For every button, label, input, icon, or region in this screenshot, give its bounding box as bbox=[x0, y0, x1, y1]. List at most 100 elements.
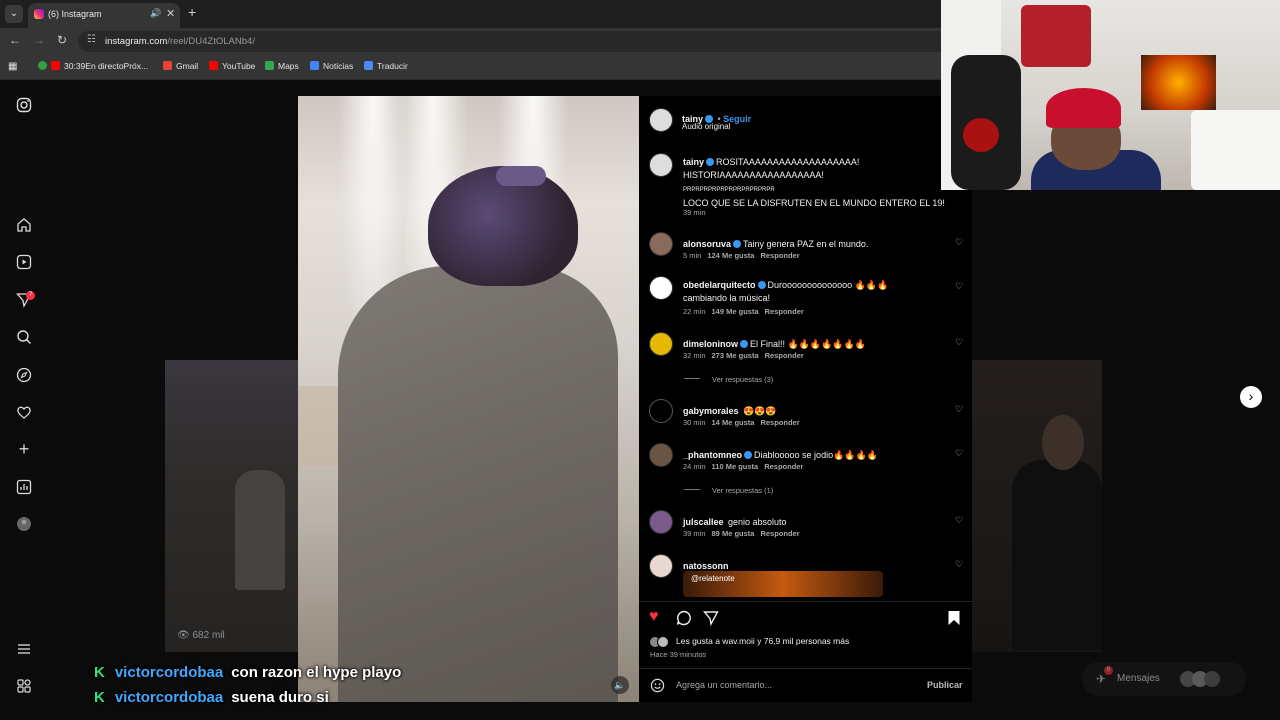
comment-likes[interactable]: 149 Me gusta bbox=[712, 307, 759, 316]
author-avatar[interactable] bbox=[649, 108, 673, 132]
commenter-avatar[interactable] bbox=[649, 554, 673, 578]
notifications-heart-icon[interactable] bbox=[16, 404, 32, 420]
liked-heart-icon[interactable]: ♥ bbox=[649, 608, 659, 626]
like-comment-heart-icon[interactable]: ♡ bbox=[955, 448, 963, 459]
comment-likes[interactable]: 110 Me gusta bbox=[712, 462, 759, 471]
comment-bubble-icon[interactable] bbox=[676, 610, 692, 631]
commenter-username[interactable]: dimeloninow bbox=[683, 339, 738, 349]
comment-likes[interactable]: 124 Me gusta bbox=[707, 251, 754, 260]
like-comment-heart-icon[interactable]: ♡ bbox=[955, 337, 963, 348]
helmet bbox=[963, 118, 999, 152]
also-from-meta-icon[interactable] bbox=[16, 678, 32, 694]
like-comment-heart-icon[interactable]: ♡ bbox=[955, 281, 963, 292]
bookmark-gmail[interactable]: Gmail bbox=[163, 61, 198, 71]
messages-pill[interactable]: ✈ 6 Mensajes bbox=[1082, 662, 1246, 696]
commenter-username[interactable]: natossonn bbox=[683, 561, 729, 571]
create-plus-icon[interactable]: + bbox=[16, 440, 32, 458]
forward-arrow-icon[interactable]: → bbox=[33, 33, 45, 47]
back-arrow-icon[interactable]: ← bbox=[9, 33, 21, 47]
caption-time: 39 min bbox=[683, 208, 706, 217]
more-menu-icon[interactable] bbox=[16, 641, 32, 657]
comment-meta: 30 min 14 Me gusta Responder bbox=[683, 418, 800, 427]
reply-button[interactable]: Responder bbox=[760, 251, 799, 260]
replies-line bbox=[684, 489, 700, 490]
reply-button[interactable]: Responder bbox=[765, 351, 804, 360]
view-replies-button[interactable]: Ver respuestas (3) bbox=[684, 375, 773, 384]
messages-label: Mensajes bbox=[1117, 673, 1160, 684]
share-send-icon[interactable] bbox=[702, 610, 719, 631]
comment: dimeloninow El Final!! 🔥🔥🔥🔥🔥🔥🔥 bbox=[683, 334, 866, 352]
bookmark-maps[interactable]: Maps bbox=[265, 61, 299, 71]
emoji-smiley-icon[interactable] bbox=[650, 678, 665, 698]
tab-close-icon[interactable]: ✕ bbox=[166, 7, 175, 20]
comment-likes[interactable]: 89 Me gusta bbox=[712, 529, 755, 538]
like-comment-heart-icon[interactable]: ♡ bbox=[955, 559, 963, 570]
new-tab-button[interactable]: + bbox=[188, 4, 196, 20]
sticker-image[interactable]: @relatenote bbox=[683, 571, 883, 597]
reels-icon[interactable] bbox=[16, 254, 32, 270]
reply-button[interactable]: Responder bbox=[760, 529, 799, 538]
commenter-username[interactable]: alonsoruva bbox=[683, 239, 731, 249]
next-reel-chevron-icon[interactable]: › bbox=[1240, 386, 1262, 408]
explore-compass-icon[interactable] bbox=[16, 367, 32, 383]
tab-audio-icon[interactable]: 🔊 bbox=[150, 8, 161, 19]
tab-search-button[interactable]: ⌄ bbox=[5, 5, 23, 23]
comment-likes[interactable]: 273 Me gusta bbox=[712, 351, 759, 360]
performer-coat bbox=[338, 266, 618, 702]
reply-button[interactable]: Responder bbox=[764, 462, 803, 471]
reply-button[interactable]: Responder bbox=[765, 307, 804, 316]
reply-button[interactable]: Responder bbox=[760, 418, 799, 427]
caption-author-avatar[interactable] bbox=[649, 153, 673, 177]
mute-speaker-icon[interactable]: 🔈 bbox=[611, 676, 629, 694]
caption-author[interactable]: tainy bbox=[683, 157, 704, 167]
previous-reel-thumbnail[interactable]: 👁 682 mil bbox=[165, 360, 300, 652]
kick-badge-icon: K bbox=[94, 664, 105, 681]
commenter-avatar[interactable] bbox=[649, 399, 673, 423]
caption: tainy ROSITAAAAAAAAAAAAAAAAAAA! HISTORIAA… bbox=[683, 155, 963, 209]
commenter-username[interactable]: gabymorales bbox=[683, 406, 739, 416]
comment: alonsoruva Tainy genera PAZ en el mundo. bbox=[683, 234, 868, 252]
commenter-avatar[interactable] bbox=[649, 332, 673, 356]
view-replies-button[interactable]: Ver respuestas (1) bbox=[684, 486, 773, 495]
reload-icon[interactable]: ↻ bbox=[57, 33, 67, 47]
likes-summary[interactable]: Les gusta a wav.moii y 76,9 mil personas… bbox=[676, 636, 849, 646]
address-bar[interactable]: ☷ instagram.com/reel/DU4ZtOLANb4/ bbox=[78, 31, 948, 52]
comment-input[interactable]: Agrega un comentario... bbox=[676, 680, 772, 690]
site-settings-icon[interactable]: ☷ bbox=[87, 34, 96, 45]
home-icon[interactable] bbox=[16, 217, 32, 233]
commenter-avatar[interactable] bbox=[649, 276, 673, 300]
apps-grid-icon[interactable]: ▦ bbox=[8, 61, 17, 72]
like-comment-heart-icon[interactable]: ♡ bbox=[955, 404, 963, 415]
verified-badge-icon bbox=[757, 281, 766, 289]
bookmark-traducir[interactable]: Traducir bbox=[364, 61, 408, 71]
verified-badge-icon bbox=[740, 340, 748, 348]
like-comment-heart-icon[interactable]: ♡ bbox=[955, 515, 963, 526]
messages-send-icon: ✈ bbox=[1096, 672, 1107, 686]
comment-text: Diablooooo se jodio🔥🔥🔥🔥 bbox=[754, 450, 878, 460]
commenter-username[interactable]: julscallee bbox=[683, 517, 724, 527]
commenter-avatar[interactable] bbox=[649, 510, 673, 534]
audio-label[interactable]: Audio original bbox=[682, 122, 730, 131]
next-reel-thumbnail[interactable] bbox=[972, 360, 1102, 652]
commenter-avatar[interactable] bbox=[649, 443, 673, 467]
bookmark-live[interactable]: 30:39En directoPróx... bbox=[38, 61, 148, 71]
address-url[interactable]: instagram.com/reel/DU4ZtOLANb4/ bbox=[105, 36, 255, 47]
browser-tab[interactable]: (6) Instagram 🔊 ✕ bbox=[28, 3, 180, 28]
search-icon[interactable] bbox=[16, 329, 32, 345]
bookmark-youtube[interactable]: YouTube bbox=[209, 61, 255, 71]
bookmark-label: Noticias bbox=[323, 61, 354, 71]
saved-bookmark-icon[interactable] bbox=[947, 610, 961, 631]
bookmark-noticias[interactable]: Noticias bbox=[310, 61, 353, 71]
instagram-logo-icon[interactable] bbox=[16, 97, 32, 113]
commenter-avatar[interactable] bbox=[649, 232, 673, 256]
profile-avatar[interactable] bbox=[16, 516, 32, 532]
comment-likes[interactable]: 14 Me gusta bbox=[712, 418, 755, 427]
dashboard-chart-icon[interactable] bbox=[16, 479, 32, 495]
liker-avatars[interactable] bbox=[649, 636, 671, 648]
like-comment-heart-icon[interactable]: ♡ bbox=[955, 237, 963, 248]
publish-button[interactable]: Publicar bbox=[927, 680, 963, 690]
commenter-username[interactable]: obedelarquitecto bbox=[683, 280, 756, 290]
commenter-username[interactable]: _phantomneo bbox=[683, 450, 742, 460]
reel-video[interactable] bbox=[298, 96, 639, 702]
verified-badge-icon bbox=[744, 451, 753, 459]
